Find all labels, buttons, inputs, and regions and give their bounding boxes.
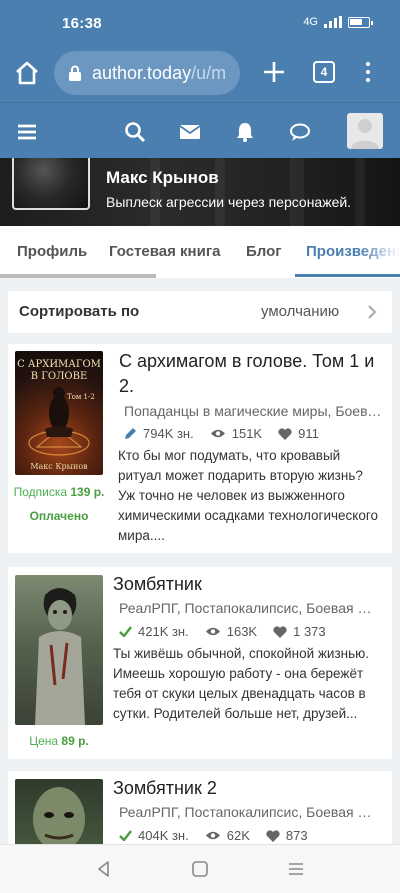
recents-icon[interactable] [286,859,306,879]
checkmark-icon [119,626,132,637]
home-square-icon[interactable] [190,859,210,879]
book-stats: 794K зн. 151K 911 [124,426,335,441]
book-annotation: Кто бы мог подумать, что кровавый ритуал… [118,448,379,543]
view-count: 163K [226,624,258,639]
book-price: Цена 89 р. [29,734,89,748]
book-cover[interactable] [15,575,103,725]
book-title[interactable]: С архимагом в голове. Том 1 и 2. [119,349,380,399]
char-count: 794K зн. [143,426,194,441]
status-time: 16:38 [62,15,102,32]
tab-guestbook[interactable]: Гостевая книга [109,243,220,260]
char-count: 421K зн. [138,624,189,639]
lock-icon [69,65,81,81]
user-avatar[interactable] [347,113,383,149]
search-icon[interactable] [124,121,146,143]
pencil-icon [125,428,136,439]
author-banner: Макс Крынов Выплеск агрессии через персо… [0,158,400,226]
ritual-illustration [28,387,90,456]
chat-icon[interactable] [289,121,311,143]
book-card: С АРХИМАГОМ В ГОЛОВЕ Том 1-2 Макс Крынов… [8,344,392,553]
chevron-right-icon [368,305,377,319]
eye-icon [210,429,225,438]
new-tab-icon[interactable] [262,60,286,84]
heart-icon [266,829,280,842]
book-genres[interactable]: РеалРПГ, Постапокалипсис, Боевая фантаст… [119,600,382,616]
like-count: 1 373 [293,624,326,639]
book-title[interactable]: Зомбятник 2 [113,776,380,801]
system-nav-bar [0,844,400,893]
status-bar: 16:38 4G [0,0,400,48]
eye-icon [205,831,220,840]
battery-icon [348,16,373,28]
like-count: 873 [285,828,308,843]
book-card: Цена 89 р. Зомбятник РеалРПГ, Постапокал… [8,567,392,759]
book-annotation: Ты живёшь обычной, спокойной жизнью. Име… [113,646,370,721]
heart-icon [273,625,287,638]
paid-status: Оплачено [29,509,89,523]
tab-blog[interactable]: Блог [246,243,282,260]
book-stats: 421K зн. 163K 1 373 [119,624,342,639]
sort-label: Сортировать по [19,303,140,320]
browser-toolbar: author.today/u/m 4 [0,48,400,102]
sort-value: умолчанию [261,303,340,320]
book-stats: 404K зн. 62K 873 [119,828,324,843]
book-genres[interactable]: РеалРПГ, Постапокалипсис, Боевая фантаст… [119,804,382,820]
address-bar[interactable]: author.today/u/m [54,51,240,95]
profile-tabs: Профиль Гостевая книга Блог Произведения [0,226,400,278]
author-name[interactable]: Макс Крынов [106,168,219,188]
tabs-scroll-indicator [0,274,156,278]
cover-author: Макс Крынов [30,462,88,471]
site-header [0,102,400,158]
bell-icon[interactable] [234,121,256,143]
view-count: 62K [226,828,250,843]
zombie-face-illustration [33,787,85,851]
tab-switcher-button[interactable]: 4 [313,61,335,83]
url-path: /u/m [191,62,227,83]
network-label: 4G [303,16,318,28]
like-count: 911 [298,426,319,441]
view-count: 151K [231,426,263,441]
author-photo[interactable] [12,158,90,210]
book-card: Зомбятник 2 РеалРПГ, Постапокалипсис, Бо… [8,771,392,851]
book-cover[interactable]: С АРХИМАГОМ В ГОЛОВЕ Том 1-2 Макс Крынов [15,351,103,475]
mail-icon[interactable] [179,121,201,143]
eye-icon [205,627,220,636]
url-host: author.today [92,62,192,83]
subscription-price: Подписка 139 р. [13,485,105,499]
char-count: 404K зн. [138,828,189,843]
hamburger-menu-icon[interactable] [16,121,38,143]
sort-selector[interactable]: Сортировать по умолчанию [8,291,392,333]
active-tab-indicator [295,274,400,277]
avatar-placeholder-icon [351,119,379,149]
book-cover[interactable] [15,779,103,851]
author-tagline: Выплеск агрессии через персонажей. [106,194,352,210]
status-icons: 4G [303,16,373,28]
book-title[interactable]: Зомбятник [113,572,380,597]
home-icon[interactable] [14,60,40,86]
book-genres[interactable]: Попаданцы в магические миры, Боевое фэнт… [124,403,382,419]
signal-icon [324,16,342,28]
back-icon[interactable] [94,859,114,879]
heart-icon [278,427,292,440]
zombie-illustration [35,588,85,725]
more-menu-icon[interactable] [360,60,376,84]
tab-profile[interactable]: Профиль [17,243,87,260]
checkmark-icon [119,830,132,841]
